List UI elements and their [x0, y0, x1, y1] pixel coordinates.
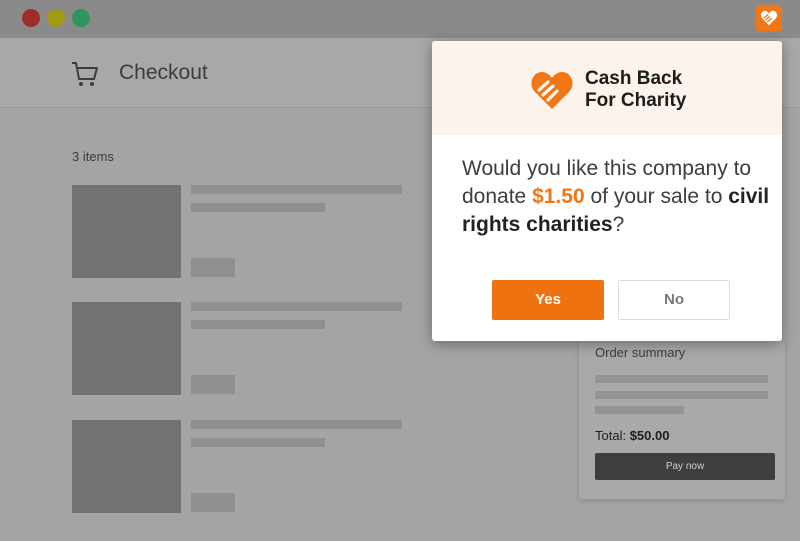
- brand-name-line1: Cash Back: [585, 68, 683, 89]
- donation-question: Would you like this company to donate $1…: [462, 155, 772, 239]
- heart-hands-icon: [531, 72, 573, 109]
- item-thumbnail: [72, 185, 181, 278]
- summary-line-placeholder: [595, 406, 684, 414]
- yes-button[interactable]: Yes: [492, 280, 604, 320]
- donation-amount: $1.50: [532, 185, 585, 208]
- item-name-placeholder: [191, 420, 402, 429]
- brand-name: Cash Back For Charity: [585, 68, 735, 112]
- items-count: 3 items: [72, 149, 114, 164]
- close-window-button[interactable]: [22, 9, 40, 27]
- popup-header: Cash Back For Charity: [432, 41, 782, 135]
- no-button[interactable]: No: [618, 280, 730, 320]
- total-label: Total:: [595, 428, 627, 443]
- cart-icon: [72, 62, 98, 86]
- item-desc-placeholder: [191, 438, 325, 447]
- item-price-placeholder: [191, 258, 235, 277]
- page-title: Checkout: [119, 61, 208, 84]
- pay-now-button[interactable]: Pay now: [595, 453, 775, 480]
- maximize-window-button[interactable]: [72, 9, 90, 27]
- item-name-placeholder: [191, 185, 402, 194]
- total-value: $50.00: [629, 428, 670, 443]
- window-titlebar: [0, 0, 800, 38]
- summary-line-placeholder: [595, 375, 768, 383]
- item-desc-placeholder: [191, 320, 325, 329]
- item-name-placeholder: [191, 302, 402, 311]
- item-desc-placeholder: [191, 203, 325, 212]
- summary-line-placeholder: [595, 391, 768, 399]
- order-summary-title: Order summary: [595, 345, 686, 360]
- brand-name-line2: For Charity: [585, 90, 687, 111]
- heart-hands-icon: [760, 10, 778, 26]
- order-total: Total: $50.00: [595, 428, 669, 443]
- question-text-middle: of your sale to: [584, 185, 729, 208]
- charity-popup: Cash Back For Charity Would you like thi…: [432, 41, 782, 341]
- item-price-placeholder: [191, 375, 235, 394]
- order-summary-card: Order summary Total: $50.00 Pay now: [579, 339, 785, 499]
- question-text-end: ?: [612, 213, 625, 236]
- charity-extension-button[interactable]: [756, 5, 782, 31]
- item-price-placeholder: [191, 493, 235, 512]
- item-thumbnail: [72, 420, 181, 513]
- minimize-window-button[interactable]: [47, 9, 65, 27]
- item-thumbnail: [72, 302, 181, 395]
